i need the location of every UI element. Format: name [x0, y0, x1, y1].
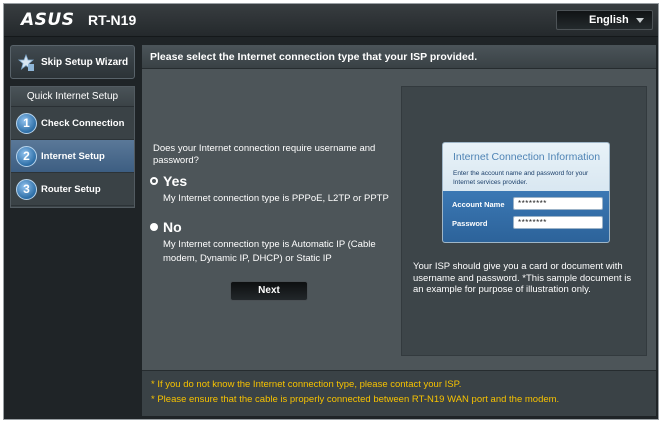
step-number-1: 1 [16, 113, 37, 134]
footer-note-isp: * If you do not know the Internet connec… [151, 379, 462, 390]
step-number-3: 3 [16, 179, 37, 200]
router-model: RT-N19 [88, 12, 137, 28]
step-label: Router Setup [41, 184, 101, 195]
page-title: Please select the Internet connection ty… [150, 51, 478, 63]
main-panel: Does your Internet connection require us… [142, 69, 656, 370]
router-setup-window: ASUS RT-N19 English Skip Setup Wizard Qu… [3, 3, 659, 420]
chevron-down-icon [636, 18, 644, 23]
steps-title: Quick Internet Setup [11, 87, 134, 107]
isp-info-panel: Internet Connection Information Enter th… [401, 86, 647, 356]
asus-logo: ASUS [21, 10, 75, 30]
connection-question: Does your Internet connection require us… [153, 143, 376, 166]
step-check-connection[interactable]: 1 Check Connection [11, 107, 134, 140]
language-select[interactable]: English [556, 10, 653, 30]
option-no-title: No [163, 219, 182, 235]
skip-setup-wizard-button[interactable]: Skip Setup Wizard [10, 45, 135, 79]
option-yes-description: My Internet connection type is PPPoE, L2… [163, 193, 389, 204]
option-no-description: My Internet connection type is Automatic… [163, 239, 376, 264]
isp-note: Your ISP should give you a card or docum… [413, 261, 632, 295]
setup-steps-panel: Quick Internet Setup 1 Check Connection … [10, 86, 135, 208]
account-name-label: Account Name [452, 200, 505, 209]
step-number-2: 2 [16, 146, 37, 167]
account-name-value: ******** [513, 197, 603, 210]
wizard-skip-icon [17, 54, 35, 71]
option-yes-title: Yes [163, 173, 188, 189]
next-button[interactable]: Next [230, 281, 308, 301]
radio-yes[interactable] [150, 177, 158, 185]
language-value: English [589, 14, 629, 26]
step-internet-setup[interactable]: 2 Internet Setup [11, 140, 134, 173]
main-title-bar: Please select the Internet connection ty… [142, 45, 656, 69]
step-router-setup[interactable]: 3 Router Setup [11, 173, 134, 206]
card-fields: Account Name ******** Password ******** [443, 191, 609, 242]
footer-note-cable: * Please ensure that the cable is proper… [151, 394, 560, 405]
card-title: Internet Connection Information [453, 151, 601, 163]
skip-setup-wizard-label: Skip Setup Wizard [41, 57, 129, 68]
card-subtitle: Enter the account name and password for … [453, 170, 589, 186]
step-label: Internet Setup [41, 151, 105, 162]
password-value: ******** [513, 216, 603, 229]
sample-isp-card: Internet Connection Information Enter th… [442, 142, 610, 243]
footer-notes: * If you do not know the Internet connec… [142, 370, 656, 416]
radio-no[interactable] [150, 223, 158, 231]
step-label: Check Connection [41, 118, 125, 129]
top-header: ASUS RT-N19 English [4, 4, 658, 37]
password-label: Password [452, 219, 488, 228]
